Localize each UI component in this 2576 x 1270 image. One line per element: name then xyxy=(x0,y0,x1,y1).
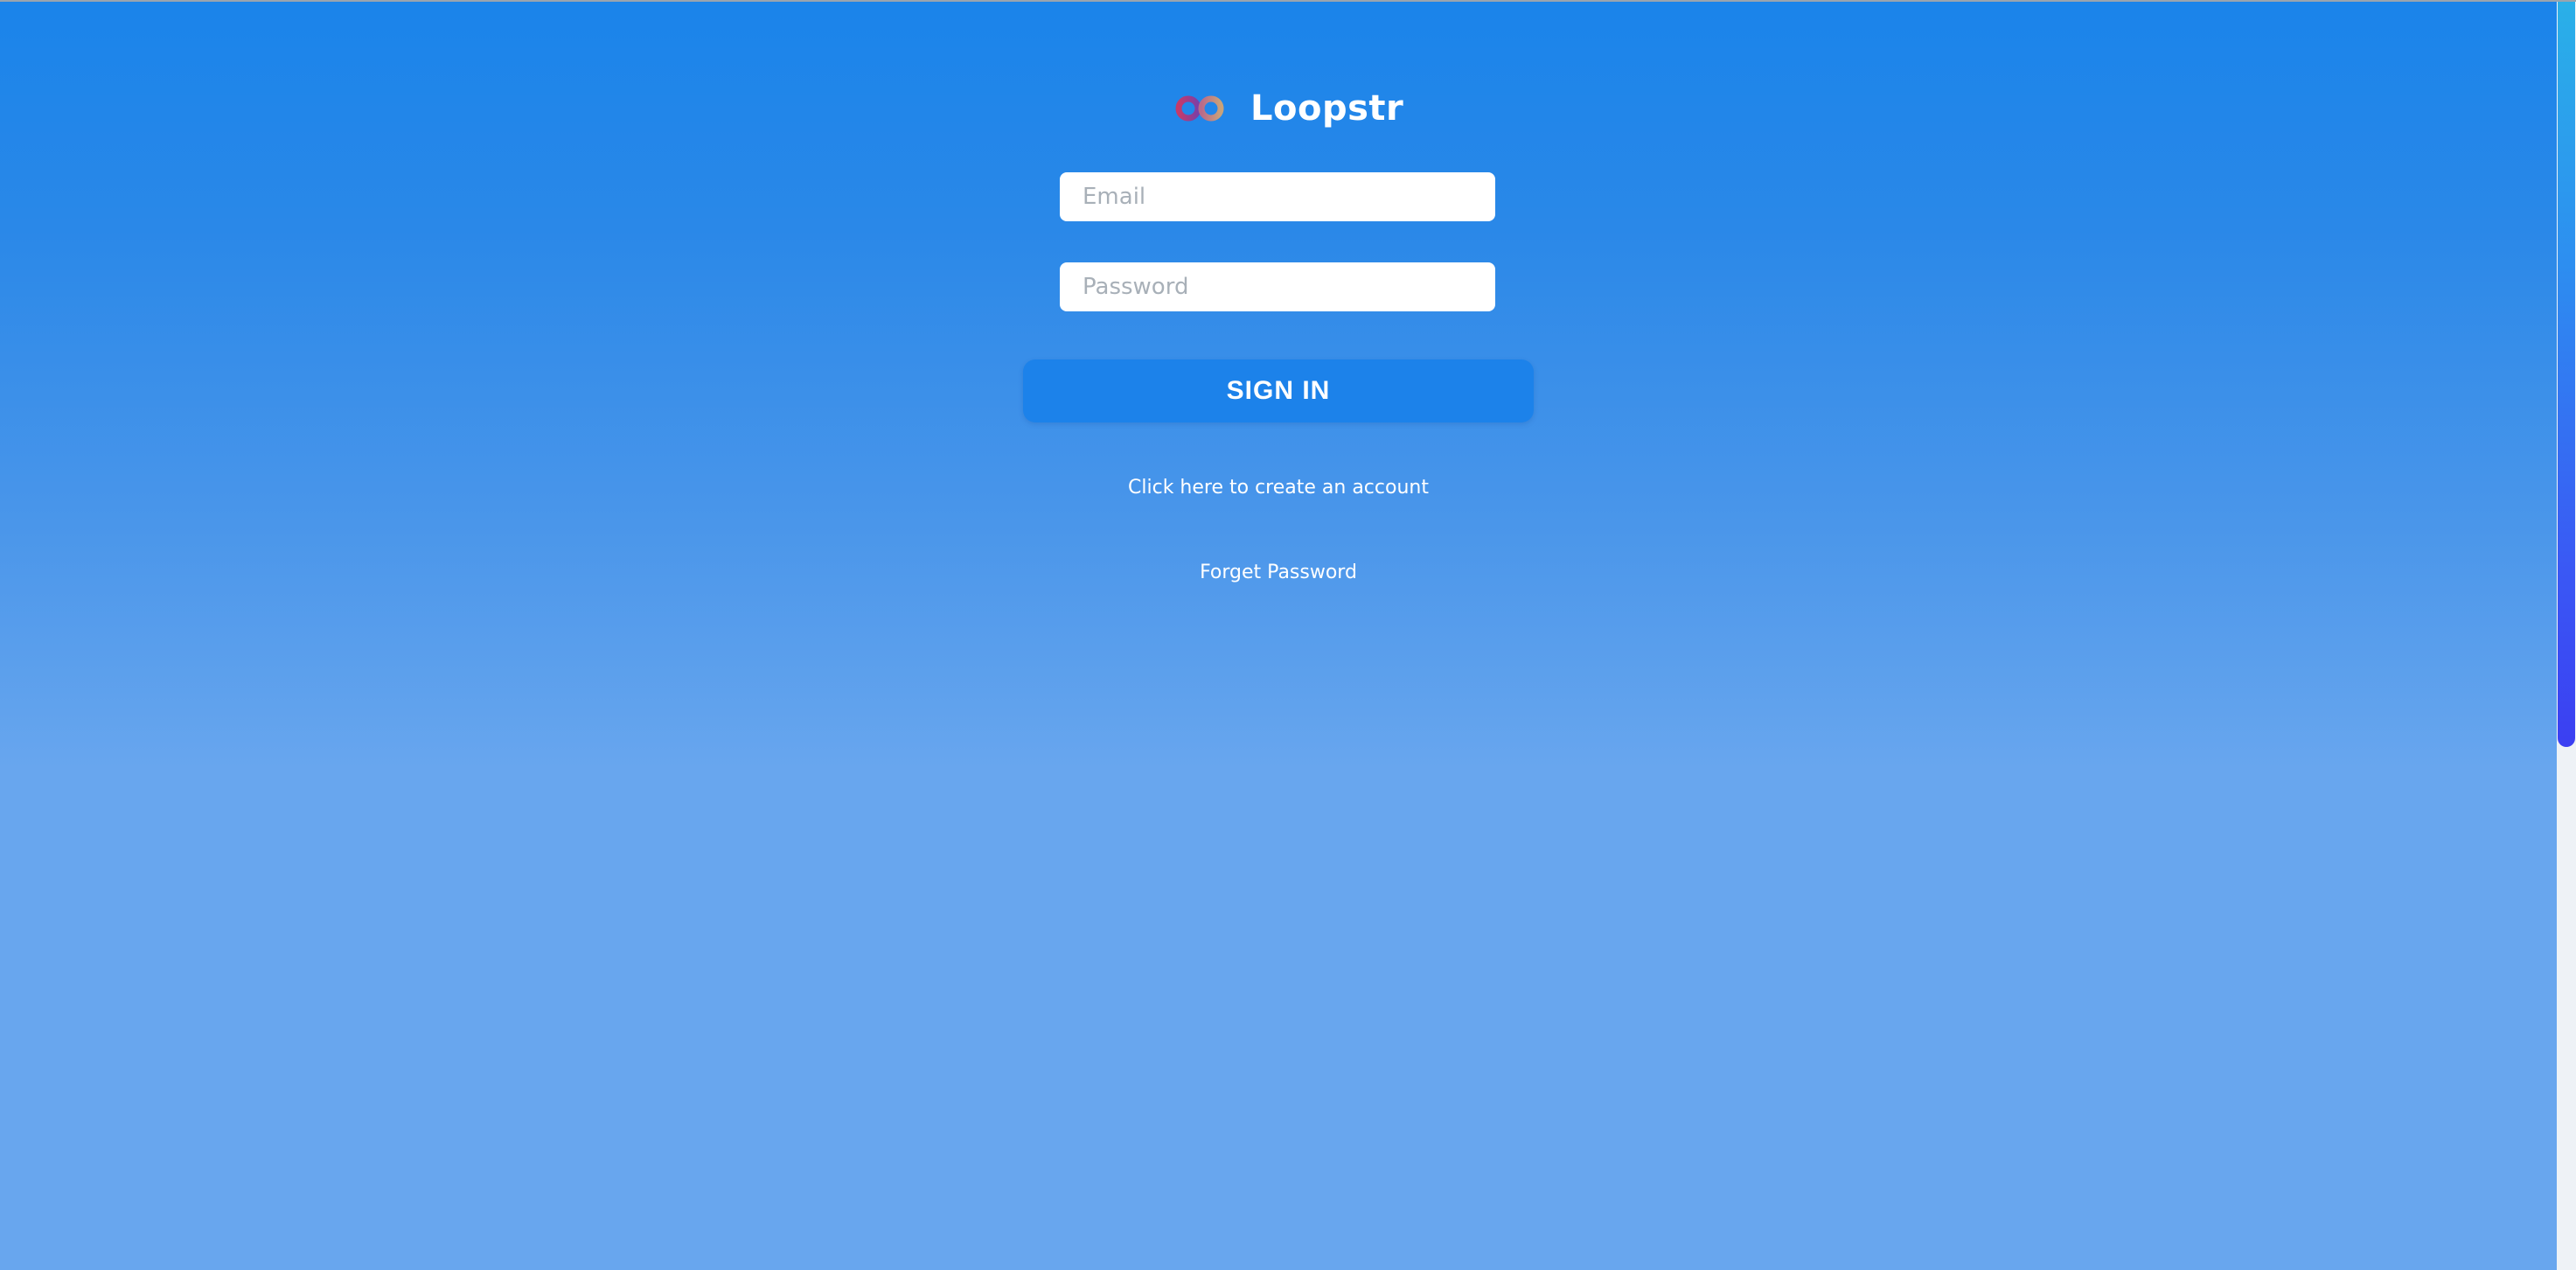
scrollbar-thumb[interactable] xyxy=(2558,2,2575,747)
login-page: Loopstr SIGN IN Click here to create an … xyxy=(0,0,2557,1270)
email-field[interactable] xyxy=(1060,172,1495,221)
create-account-link[interactable]: Click here to create an account xyxy=(1023,477,1534,499)
brand-name: Loopstr xyxy=(1250,88,1404,129)
forgot-password-link[interactable]: Forget Password xyxy=(1023,562,1534,583)
infinity-logo-icon xyxy=(1175,95,1224,122)
brand-header: Loopstr xyxy=(1172,80,1403,136)
sign-in-button[interactable]: SIGN IN xyxy=(1023,359,1534,422)
password-field[interactable] xyxy=(1060,262,1495,311)
